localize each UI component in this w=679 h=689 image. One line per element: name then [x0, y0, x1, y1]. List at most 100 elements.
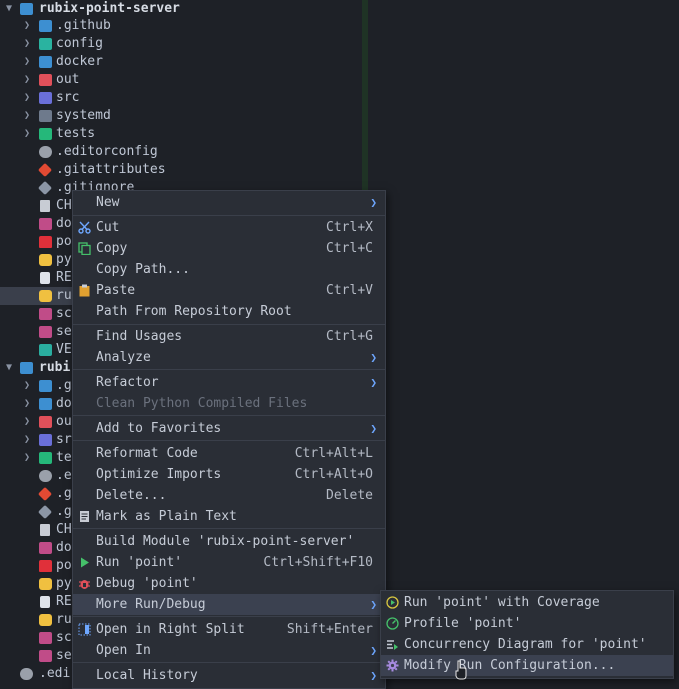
- mouse-cursor-hand-icon: [455, 660, 467, 680]
- editorconfig-icon: [39, 146, 52, 158]
- menu-item-open-in-right-split[interactable]: Open in Right Split Shift+Enter: [73, 619, 385, 640]
- editor-area[interactable]: [368, 0, 679, 687]
- python-file-icon: [39, 254, 52, 266]
- menu-item-find-usages[interactable]: Find Usages Ctrl+G: [73, 326, 385, 347]
- menu-item-more-run-debug[interactable]: More Run/Debug ❯: [73, 594, 385, 615]
- chevron-right-icon[interactable]: ❯: [22, 17, 32, 35]
- submenu-item-run-with-coverage[interactable]: Run 'point' with Coverage: [381, 592, 673, 613]
- scissors-icon: [78, 221, 91, 234]
- menu-item-delete[interactable]: Delete... Delete: [73, 485, 385, 506]
- menu-item-refactor[interactable]: Refactor ❯: [73, 372, 385, 393]
- folder-icon: [39, 380, 52, 392]
- menu-item-reformat-code[interactable]: Reformat Code Ctrl+Alt+L: [73, 443, 385, 464]
- chevron-right-icon[interactable]: ❯: [22, 431, 32, 449]
- menu-separator: [73, 662, 385, 663]
- tree-item-label: sc: [56, 306, 72, 321]
- tree-item[interactable]: ❯ src: [0, 89, 362, 107]
- tree-item-label: do: [56, 540, 72, 555]
- submenu-item-profile[interactable]: Profile 'point': [381, 613, 673, 634]
- menu-item-build-module[interactable]: Build Module 'rubix-point-server': [73, 531, 385, 552]
- tree-item[interactable]: ❯ docker: [0, 53, 362, 71]
- tree-item[interactable]: ❯ out: [0, 71, 362, 89]
- shell-script-icon: [39, 650, 52, 662]
- menu-item-shortcut: Ctrl+Shift+F10: [263, 555, 373, 570]
- tree-item-label: systemd: [56, 108, 111, 123]
- concurrency-icon: [387, 640, 398, 650]
- tree-item-label: CH: [56, 198, 72, 213]
- tree-root-rubix-point-server[interactable]: ▼ rubix-point-server: [0, 0, 362, 18]
- chevron-right-icon: ❯: [370, 422, 377, 435]
- source-folder-icon: [39, 434, 52, 446]
- menu-item-optimize-imports[interactable]: Optimize Imports Ctrl+Alt+O: [73, 464, 385, 485]
- menu-item-paste[interactable]: Paste Ctrl+V: [73, 280, 385, 301]
- chevron-right-icon[interactable]: ❯: [22, 35, 32, 53]
- tree-item[interactable]: ❯ systemd: [0, 107, 362, 125]
- chevron-right-icon[interactable]: ❯: [22, 53, 32, 71]
- menu-item-add-to-favorites[interactable]: Add to Favorites ❯: [73, 418, 385, 439]
- tree-item[interactable]: .gitattributes: [0, 161, 362, 179]
- tree-item[interactable]: ❯ tests: [0, 125, 362, 143]
- chevron-right-icon[interactable]: ❯: [22, 71, 32, 89]
- chevron-right-icon[interactable]: ❯: [22, 449, 32, 467]
- menu-item-label: Run 'point' with Coverage: [404, 595, 600, 610]
- menu-item-local-history[interactable]: Local History ❯: [73, 665, 385, 686]
- shell-script-icon: [39, 308, 52, 320]
- chevron-right-icon[interactable]: ❯: [22, 377, 32, 395]
- menu-separator: [73, 440, 385, 441]
- chevron-right-icon[interactable]: ❯: [22, 395, 32, 413]
- chevron-right-icon[interactable]: ❯: [22, 89, 32, 107]
- tree-item-label: py: [56, 576, 72, 591]
- menu-item-label: Clean Python Compiled Files: [96, 396, 308, 411]
- tree-item[interactable]: .editorconfig: [0, 143, 362, 161]
- menu-item-copy[interactable]: Copy Ctrl+C: [73, 238, 385, 259]
- menu-item-run[interactable]: Run 'point' Ctrl+Shift+F10: [73, 552, 385, 573]
- menu-item-debug[interactable]: Debug 'point': [73, 573, 385, 594]
- test-folder-icon: [39, 128, 52, 140]
- chevron-right-icon[interactable]: ❯: [22, 125, 32, 143]
- menu-item-new[interactable]: New ❯: [73, 192, 385, 213]
- coverage-icon: [386, 596, 399, 609]
- chevron-right-icon[interactable]: ❯: [22, 107, 32, 125]
- config-folder-icon: [39, 38, 52, 50]
- submenu-item-concurrency-diagram[interactable]: Concurrency Diagram for 'point': [381, 634, 673, 655]
- tree-item-label: CH: [56, 522, 72, 537]
- menu-item-label: Mark as Plain Text: [96, 509, 237, 524]
- tree-item[interactable]: ❯ .github: [0, 17, 362, 35]
- chevron-right-icon: ❯: [370, 351, 377, 364]
- menu-item-mark-as-plain-text[interactable]: Mark as Plain Text: [73, 506, 385, 527]
- chevron-right-icon[interactable]: ❯: [22, 413, 32, 431]
- menu-item-label: Concurrency Diagram for 'point': [404, 637, 647, 652]
- module-folder-icon: [20, 362, 33, 374]
- tree-item-label: RE: [56, 594, 72, 609]
- excluded-folder-icon: [39, 416, 52, 428]
- menu-item-label: Refactor: [96, 375, 159, 390]
- text-file-icon: [40, 524, 50, 536]
- menu-item-label: Run 'point': [96, 555, 183, 570]
- docker-folder-icon: [39, 398, 52, 410]
- excluded-folder-icon: [39, 74, 52, 86]
- context-menu: New ❯ Cut Ctrl+X Copy Ctrl+C Copy Path... P…: [72, 190, 386, 689]
- plain-text-icon: [80, 511, 89, 522]
- menu-item-analyze[interactable]: Analyze ❯: [73, 347, 385, 368]
- menu-item-open-in[interactable]: Open In ❯: [73, 640, 385, 661]
- copy-icon: [78, 242, 91, 255]
- tree-item[interactable]: ❯ config: [0, 35, 362, 53]
- readme-icon: [40, 596, 50, 608]
- menu-item-copy-path[interactable]: Copy Path...: [73, 259, 385, 280]
- readme-icon: [40, 272, 50, 284]
- tree-item-label: ru: [56, 612, 72, 627]
- chevron-down-icon[interactable]: ▼: [4, 0, 14, 18]
- shell-script-icon: [39, 218, 52, 230]
- gear-icon: [386, 659, 399, 672]
- submenu-item-modify-run-configuration[interactable]: Modify Run Configuration...: [381, 655, 673, 676]
- tree-item-label: sc: [56, 630, 72, 645]
- tree-item-label: .g: [56, 486, 72, 501]
- menu-item-cut[interactable]: Cut Ctrl+X: [73, 217, 385, 238]
- chevron-down-icon[interactable]: ▼: [4, 359, 14, 377]
- menu-item-label: Build Module 'rubix-point-server': [96, 534, 355, 549]
- menu-item-path-from-repo-root[interactable]: Path From Repository Root: [73, 301, 385, 322]
- tree-item-label: config: [56, 36, 103, 51]
- menu-item-label: Path From Repository Root: [96, 304, 292, 319]
- menu-item-label: Copy Path...: [96, 262, 190, 277]
- tree-item-label: .gitattributes: [56, 162, 166, 177]
